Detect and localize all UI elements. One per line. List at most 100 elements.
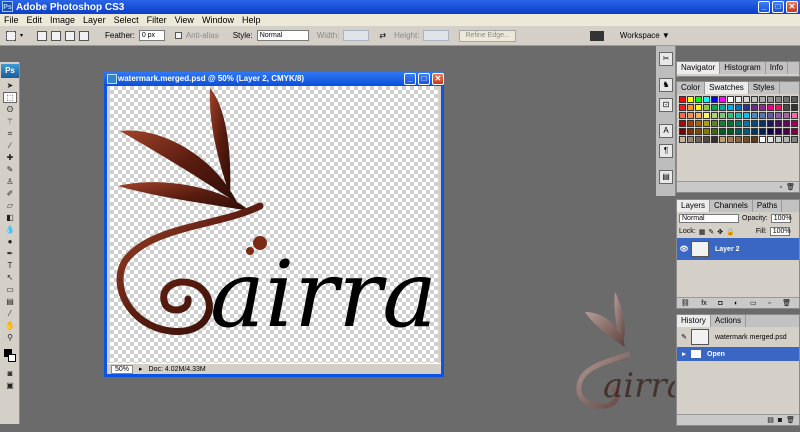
tool-presets-icon[interactable]: ✂ [659,52,673,66]
swatch-cell[interactable] [783,120,790,127]
swatch-cell[interactable] [759,120,766,127]
tab-info[interactable]: Info [766,62,789,74]
swatch-cell[interactable] [743,120,750,127]
history-snapshot[interactable]: ✎ watermark merged.psd [677,327,799,347]
palette-well-icon[interactable] [589,30,604,41]
tab-actions[interactable]: Actions [711,315,747,327]
history-brush-tool-icon[interactable]: ✐ [3,188,17,199]
path-select-tool-icon[interactable]: ↖ [3,272,17,283]
swatch-cell[interactable] [751,136,758,143]
swatch-cell[interactable] [719,96,726,103]
swatch-cell[interactable] [727,96,734,103]
magic-wand-tool-icon[interactable]: ⚚ [3,116,17,127]
swatch-cell[interactable] [703,136,710,143]
menu-select[interactable]: Select [114,15,139,25]
swatch-cell[interactable] [711,112,718,119]
swatch-cell[interactable] [775,136,782,143]
adjustment-layer-icon[interactable]: ◐ [734,300,738,307]
menu-window[interactable]: Window [202,15,234,25]
swap-icon[interactable]: ⇄ [379,31,386,40]
clone-source-icon[interactable]: ⊡ [659,98,673,112]
swatch-cell[interactable] [791,136,798,143]
swatch-cell[interactable] [743,96,750,103]
swatch-cell[interactable] [751,112,758,119]
layer-mask-icon[interactable]: ◘ [718,300,722,307]
menu-help[interactable]: Help [242,15,261,25]
blend-mode-select[interactable]: Normal [679,214,739,223]
paragraph-icon[interactable]: ¶ [659,144,673,158]
refine-edge-button[interactable]: Refine Edge... [459,29,516,42]
healing-brush-tool-icon[interactable]: ✚ [3,152,17,163]
swatch-cell[interactable] [679,128,686,135]
layer-style-icon[interactable]: fx [701,300,706,307]
swatch-cell[interactable] [775,128,782,135]
swatch-cell[interactable] [687,104,694,111]
swatch-cell[interactable] [743,136,750,143]
shape-tool-icon[interactable]: ▭ [3,284,17,295]
menu-view[interactable]: View [175,15,194,25]
menu-edit[interactable]: Edit [27,15,43,25]
clone-stamp-tool-icon[interactable]: ♙ [3,176,17,187]
status-arrow-icon[interactable]: ▸ [139,365,143,373]
brush-tool-icon[interactable]: ✎ [3,164,17,175]
swatch-cell[interactable] [783,128,790,135]
swatch-cell[interactable] [687,112,694,119]
swatch-cell[interactable] [679,136,686,143]
zoom-tool-icon[interactable]: ⚲ [3,332,17,343]
width-input[interactable] [343,30,370,41]
intersect-selection-icon[interactable] [79,30,90,41]
lock-position-icon[interactable]: ✥ [717,228,723,236]
swatch-cell[interactable] [751,120,758,127]
swatch-cell[interactable] [791,104,798,111]
swatch-cell[interactable] [727,120,734,127]
swatch-cell[interactable] [735,120,742,127]
swatch-cell[interactable] [767,104,774,111]
subtract-selection-icon[interactable] [65,30,76,41]
swatch-cell[interactable] [703,96,710,103]
document-canvas[interactable]: airra [110,86,438,364]
swatch-cell[interactable] [743,104,750,111]
type-tool-icon[interactable]: T [3,260,17,271]
lock-all-icon[interactable]: 🔒 [726,228,735,236]
swatch-cell[interactable] [767,112,774,119]
swatch-cell[interactable] [703,104,710,111]
character-icon[interactable]: A [659,124,673,138]
swatch-cell[interactable] [687,96,694,103]
swatch-cell[interactable] [679,112,686,119]
crop-tool-icon[interactable]: ⌗ [3,128,17,139]
document-window[interactable]: watermark.merged.psd @ 50% (Layer 2, CMY… [104,72,444,377]
swatch-cell[interactable] [727,128,734,135]
swatch-cell[interactable] [711,96,718,103]
eyedropper-tool-icon[interactable]: ⁄ [3,308,17,319]
blur-tool-icon[interactable]: 💧 [3,224,17,235]
swatch-cell[interactable] [703,120,710,127]
menu-layer[interactable]: Layer [83,15,106,25]
tab-styles[interactable]: Styles [749,82,780,94]
opacity-input[interactable]: 100% [770,214,792,223]
lasso-tool-icon[interactable]: ʘ [3,104,17,115]
swatch-cell[interactable] [695,104,702,111]
marquee-tool-icon[interactable]: ⬚ [3,92,17,103]
tool-preset-arrow-icon[interactable]: ▾ [20,32,23,39]
swatch-cell[interactable] [767,136,774,143]
swatch-cell[interactable] [711,120,718,127]
swatch-cell[interactable] [767,120,774,127]
delete-swatch-icon[interactable]: 🗑 [786,183,795,191]
menu-filter[interactable]: Filter [147,15,167,25]
slice-tool-icon[interactable]: ∕ [3,140,17,151]
delete-layer-icon[interactable]: 🗑 [782,299,791,307]
swatch-cell[interactable] [727,136,734,143]
tab-channels[interactable]: Channels [710,200,753,212]
tab-swatches[interactable]: Swatches [705,82,749,94]
swatch-cell[interactable] [775,96,782,103]
antialias-checkbox[interactable] [174,32,182,39]
swatch-cell[interactable] [759,96,766,103]
swatch-cell[interactable] [751,96,758,103]
new-layer-icon[interactable]: ▫ [768,300,770,307]
eraser-tool-icon[interactable]: ▱ [3,200,17,211]
swatch-cell[interactable] [719,128,726,135]
tab-layers[interactable]: Layers [677,200,711,212]
tab-history[interactable]: History [677,315,711,327]
swatch-cell[interactable] [695,112,702,119]
new-selection-icon[interactable] [37,30,48,41]
